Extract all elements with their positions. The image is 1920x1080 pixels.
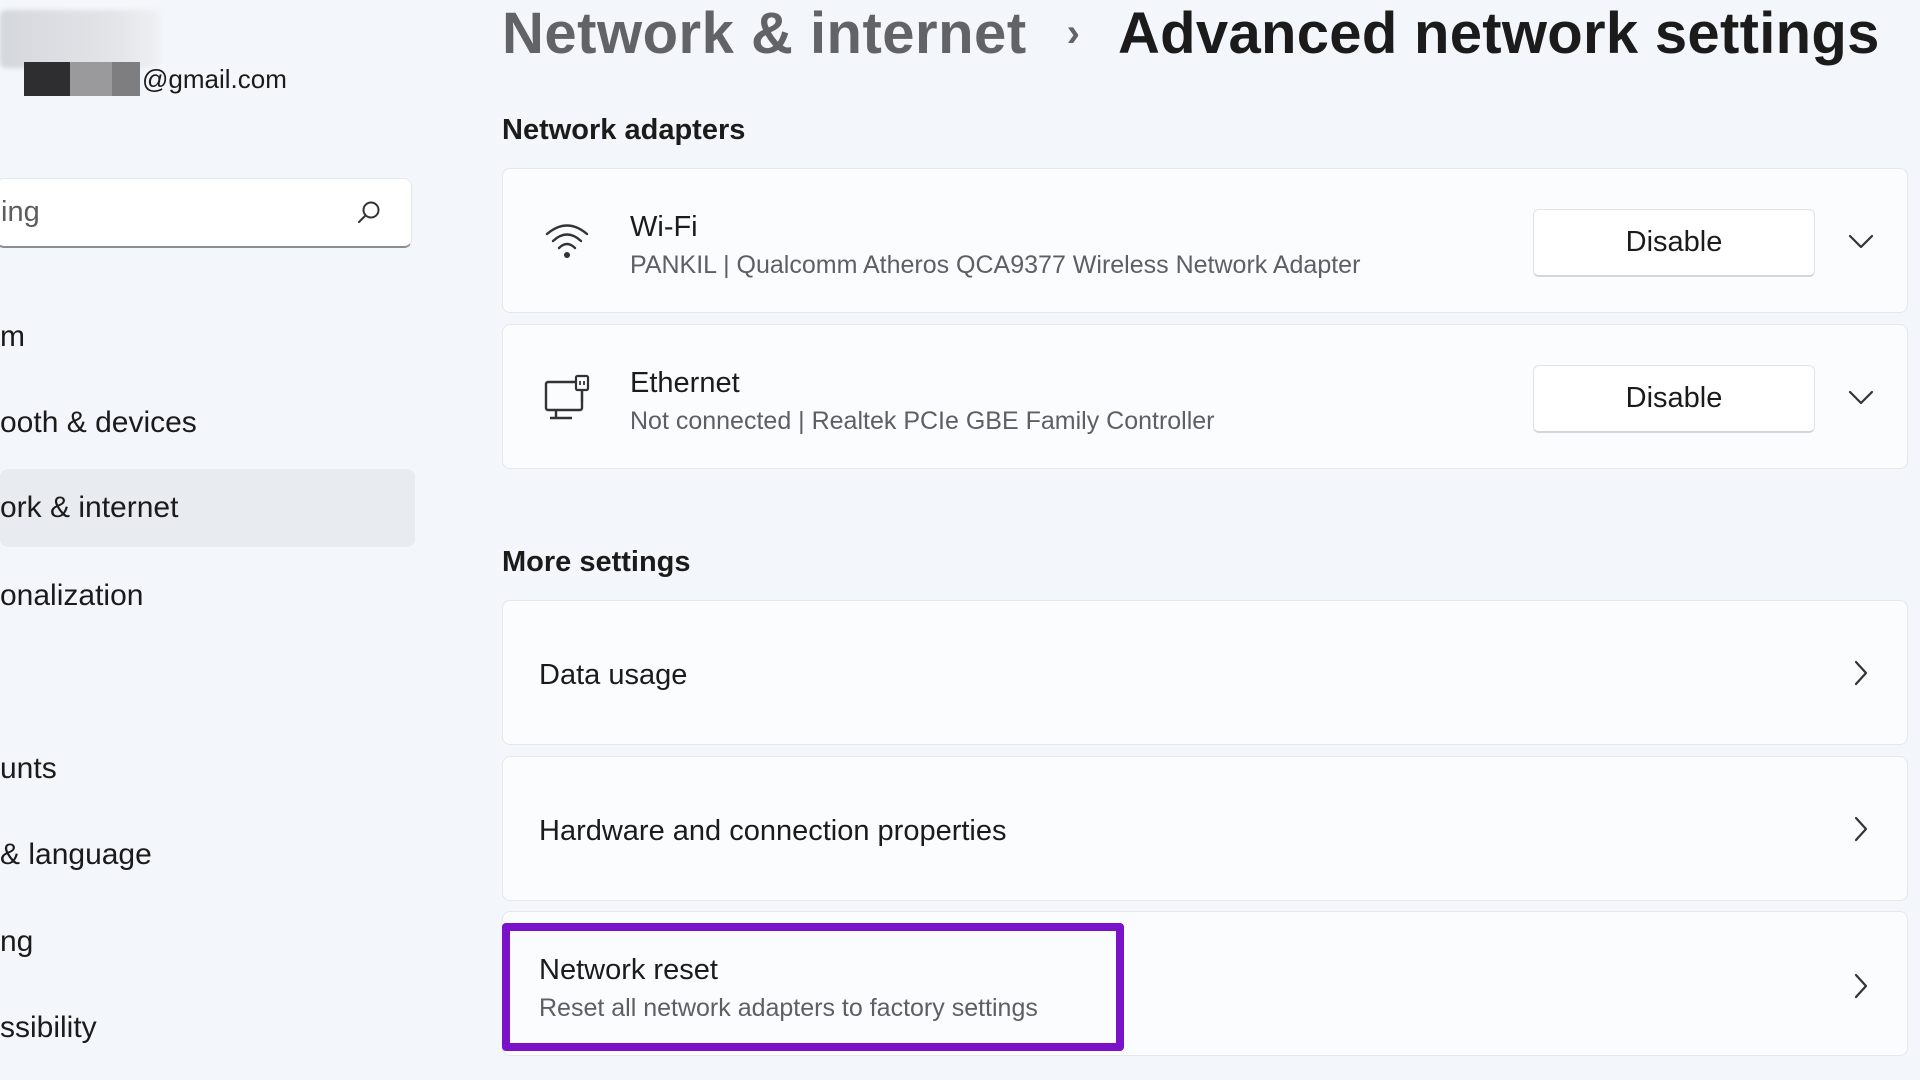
setting-network-reset[interactable]: Network reset Reset all network adapters… bbox=[502, 911, 1908, 1056]
chevron-right-icon bbox=[1841, 966, 1881, 1006]
adapter-description: PANKIL | Qualcomm Atheros QCA9377 Wirele… bbox=[630, 251, 1361, 279]
adapter-name: Wi-Fi bbox=[630, 211, 698, 243]
setting-hardware-connection-properties[interactable]: Hardware and connection properties bbox=[502, 756, 1908, 901]
chevron-down-icon[interactable] bbox=[1841, 378, 1881, 418]
account-email: @gmail.com bbox=[24, 62, 287, 96]
setting-sublabel: Reset all network adapters to factory se… bbox=[539, 994, 1038, 1022]
sidebar-item-label: ooth & devices bbox=[0, 406, 197, 439]
page-title: Advanced network settings bbox=[1117, 0, 1880, 66]
chevron-right-icon bbox=[1841, 653, 1881, 693]
search-text: ing bbox=[1, 196, 40, 228]
search-input[interactable]: ing bbox=[0, 178, 412, 248]
ethernet-icon bbox=[539, 369, 595, 425]
redaction-block bbox=[24, 62, 70, 96]
disable-wifi-button[interactable]: Disable bbox=[1533, 209, 1815, 277]
redaction-block bbox=[70, 62, 112, 96]
section-title-network-adapters: Network adapters bbox=[502, 114, 746, 146]
sidebar-item-time-language[interactable]: & language bbox=[0, 816, 415, 894]
sidebar-item-label: ork & internet bbox=[0, 491, 179, 524]
sidebar-item-label: ng bbox=[0, 925, 34, 958]
section-title-more-settings: More settings bbox=[502, 546, 691, 578]
settings-window: @gmail.com ing m ooth & devices ork & in… bbox=[0, 0, 1920, 1080]
search-icon[interactable] bbox=[349, 193, 389, 233]
adapter-card-wifi[interactable]: Wi-Fi PANKIL | Qualcomm Atheros QCA9377 … bbox=[502, 168, 1908, 313]
sidebar-item-personalization[interactable]: onalization bbox=[0, 557, 415, 635]
sidebar-item-bluetooth-devices[interactable]: ooth & devices bbox=[0, 384, 415, 462]
sidebar-item-network-internet[interactable]: ork & internet bbox=[0, 469, 415, 547]
setting-label: Data usage bbox=[539, 659, 688, 691]
wifi-icon bbox=[539, 213, 595, 269]
adapter-name: Ethernet bbox=[630, 367, 740, 399]
sidebar-item-gaming[interactable]: ng bbox=[0, 903, 415, 981]
sidebar-item-accessibility[interactable]: ssibility bbox=[0, 989, 415, 1067]
breadcrumb-separator-icon: › bbox=[1066, 10, 1080, 55]
setting-label: Hardware and connection properties bbox=[539, 815, 1007, 847]
sidebar-item-label: unts bbox=[0, 752, 57, 785]
setting-data-usage[interactable]: Data usage bbox=[502, 600, 1908, 745]
sidebar-item-accounts[interactable]: unts bbox=[0, 730, 415, 808]
user-name-redacted bbox=[0, 10, 160, 68]
sidebar: @gmail.com ing m ooth & devices ork & in… bbox=[0, 0, 420, 1080]
sidebar-item-label: & language bbox=[0, 838, 152, 871]
redaction-block bbox=[112, 62, 140, 96]
disable-ethernet-button[interactable]: Disable bbox=[1533, 365, 1815, 433]
adapter-description: Not connected | Realtek PCIe GBE Family … bbox=[630, 407, 1215, 435]
chevron-right-icon bbox=[1841, 809, 1881, 849]
breadcrumb-parent-link[interactable]: Network & internet bbox=[502, 0, 1027, 67]
sidebar-item-label: m bbox=[0, 320, 25, 353]
sidebar-item-label: onalization bbox=[0, 579, 144, 612]
sidebar-item-system[interactable]: m bbox=[0, 298, 415, 376]
chevron-down-icon[interactable] bbox=[1841, 222, 1881, 262]
adapter-card-ethernet[interactable]: Ethernet Not connected | Realtek PCIe GB… bbox=[502, 324, 1908, 469]
setting-label: Network reset bbox=[539, 954, 718, 986]
breadcrumb: Network & internet › Advanced network se… bbox=[502, 0, 1880, 66]
email-text: @gmail.com bbox=[142, 63, 287, 94]
sidebar-item-label: ssibility bbox=[0, 1011, 97, 1044]
